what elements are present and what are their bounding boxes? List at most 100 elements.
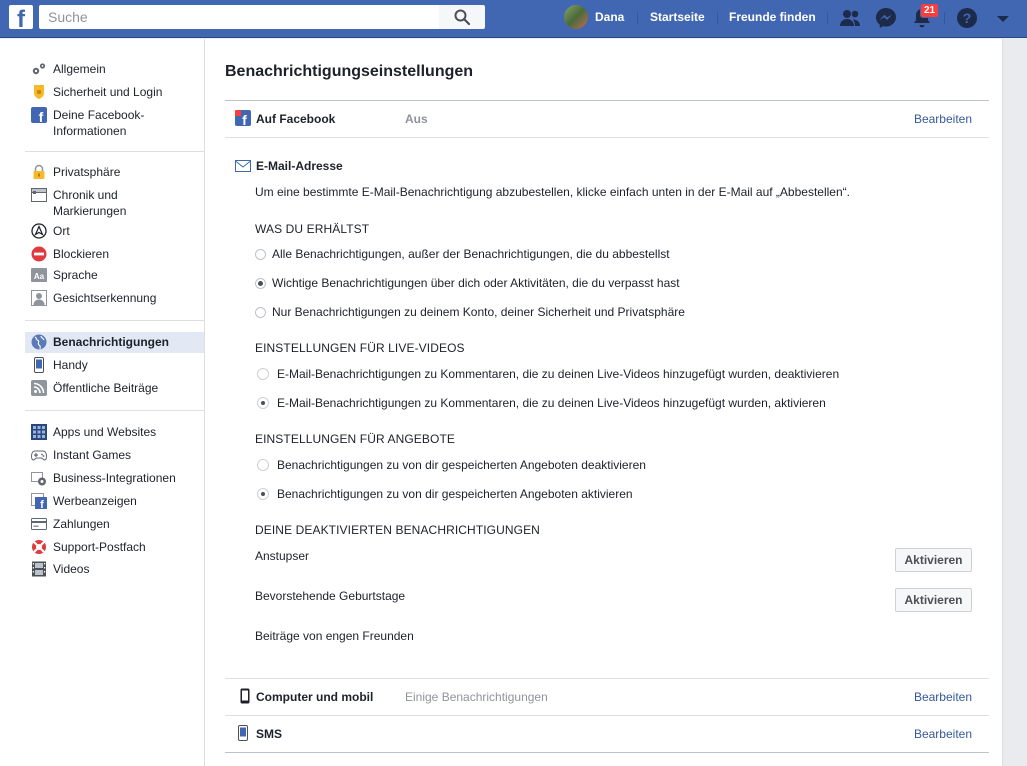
sidebar-item-timeline-tagging[interactable]: Chronik und Markierungen <box>25 187 204 219</box>
receive-option-account-only[interactable]: Nur Benachrichtigungen zu deinem Konto, … <box>255 305 685 319</box>
activate-birthdays-button[interactable]: Aktivieren <box>895 588 972 612</box>
sidebar-item-label: Apps und Websites <box>53 425 157 439</box>
lifebuoy-icon <box>32 540 46 554</box>
sidebar-item-label: Öffentliche Beiträge <box>53 381 159 395</box>
sidebar-divider <box>25 151 204 152</box>
radio-button-selected[interactable] <box>255 277 266 289</box>
offers-option-deactivate[interactable]: Benachrichtigungen zu von dir gespeicher… <box>255 458 646 472</box>
radio-button-selected[interactable] <box>257 397 269 409</box>
payment-card-icon <box>31 518 47 530</box>
activate-pokes-button[interactable]: Aktivieren <box>895 548 972 572</box>
find-friends-link[interactable]: Freunde finden <box>729 10 816 24</box>
edit-sms-link[interactable]: Bearbeiten <box>914 727 972 741</box>
row-label: SMS <box>256 727 283 741</box>
search-button[interactable] <box>439 5 485 29</box>
radio-label: E-Mail-Benachrichtigungen zu Kommentaren… <box>277 367 840 381</box>
sidebar-item-your-facebook-information[interactable]: f Deine Facebook-Informationen <box>25 107 204 139</box>
sidebar-item-mobile[interactable]: Handy <box>25 357 204 373</box>
sidebar-item-location[interactable]: Ort <box>25 223 204 239</box>
profile-link[interactable]: Dana <box>564 5 624 29</box>
search-icon <box>454 9 470 25</box>
facebook-notification-icon: f <box>235 110 251 126</box>
row-divider <box>225 715 989 716</box>
sidebar-item-instant-games[interactable]: Instant Games <box>25 447 204 463</box>
offers-heading: EINSTELLUNGEN FÜR ANGEBOTE <box>255 432 455 446</box>
sidebar-item-videos[interactable]: Videos <box>25 561 204 577</box>
svg-text:f: f <box>242 112 247 126</box>
live-option-activate[interactable]: E-Mail-Benachrichtigungen zu Kommentaren… <box>255 396 826 410</box>
business-gear-icon <box>31 472 46 486</box>
deactivated-notifications-heading: DEINE DEAKTIVIERTEN BENACHRICHTIGUNGEN <box>255 523 540 537</box>
edit-on-facebook-link[interactable]: Bearbeiten <box>914 112 972 126</box>
sidebar-item-label: Sicherheit und Login <box>53 85 163 99</box>
row-label: Computer und mobil <box>256 690 374 704</box>
sidebar-item-label: Allgemein <box>53 62 106 76</box>
sidebar-item-business-integrations[interactable]: Business-Integrationen <box>25 470 204 486</box>
live-option-deactivate[interactable]: E-Mail-Benachrichtigungen zu Kommentaren… <box>255 367 839 381</box>
notification-settings-panel: Benachrichtigungseinstellungen f Auf Fac… <box>205 39 1003 766</box>
radio-label: Nur Benachrichtigungen zu deinem Konto, … <box>272 305 685 319</box>
edit-computer-mobile-link[interactable]: Bearbeiten <box>914 690 972 704</box>
home-link[interactable]: Startseite <box>650 10 705 24</box>
shield-icon <box>34 85 44 99</box>
radio-button[interactable] <box>257 368 269 380</box>
radio-button[interactable] <box>255 306 266 318</box>
search-input[interactable] <box>39 5 439 29</box>
phone-icon <box>34 357 44 373</box>
friend-requests-icon[interactable] <box>838 6 862 30</box>
sidebar-item-general[interactable]: Allgemein <box>25 61 204 77</box>
sidebar-item-face-recognition[interactable]: Gesichtserkennung <box>25 290 204 306</box>
sidebar-item-blocking[interactable]: Blockieren <box>25 246 204 262</box>
sidebar-item-payments[interactable]: Zahlungen <box>25 516 204 532</box>
facebook-logo[interactable]: f <box>9 5 33 33</box>
sidebar-item-label: Chronik und Markierungen <box>53 188 127 218</box>
email-section-label: E-Mail-Adresse <box>256 159 343 173</box>
radio-label: Benachrichtigungen zu von dir gespeicher… <box>277 458 646 472</box>
radio-button[interactable] <box>257 459 269 471</box>
messenger-icon[interactable] <box>874 6 898 30</box>
rss-icon <box>31 380 47 396</box>
sidebar-item-privacy[interactable]: Privatsphäre <box>25 164 204 180</box>
gear-icon <box>32 63 46 75</box>
nav-divider <box>827 12 828 24</box>
sidebar-item-language[interactable]: Aa Sprache <box>25 267 204 283</box>
sidebar-item-label: Zahlungen <box>53 517 110 531</box>
receive-option-all[interactable]: Alle Benachrichtigungen, außer der Benac… <box>255 247 670 261</box>
sidebar-item-security-login[interactable]: Sicherheit und Login <box>25 84 204 100</box>
help-icon[interactable]: ? <box>955 6 979 30</box>
sidebar-item-support-inbox[interactable]: Support-Postfach <box>25 539 204 555</box>
radio-button-selected[interactable] <box>257 488 269 500</box>
svg-text:Aa: Aa <box>34 272 45 281</box>
sidebar-item-ads[interactable]: f Werbeanzeigen <box>25 493 204 509</box>
face-recognition-icon <box>31 290 47 306</box>
sidebar-item-label: Handy <box>53 358 88 372</box>
offers-option-activate[interactable]: Benachrichtigungen zu von dir gespeicher… <box>255 487 633 501</box>
timeline-icon <box>31 188 47 202</box>
facebook-icon: f <box>31 107 47 123</box>
sidebar-item-public-posts[interactable]: Öffentliche Beiträge <box>25 380 204 396</box>
live-videos-heading: EINSTELLUNGEN FÜR LIVE-VIDEOS <box>255 341 465 355</box>
top-navigation-bar: f Dana Startseite Freunde finden 21 ? <box>0 0 1027 38</box>
block-icon <box>31 246 47 262</box>
sidebar-item-notifications[interactable]: Benachrichtigungen <box>25 332 204 353</box>
sidebar-item-label: Blockieren <box>53 247 110 261</box>
email-unsubscribe-description: Um eine bestimmte E-Mail-Benachrichtigun… <box>255 185 850 199</box>
sms-phone-icon <box>238 725 248 741</box>
sidebar-item-label: Business-Integrationen <box>53 471 176 485</box>
row-value: Aus <box>405 112 428 126</box>
globe-icon <box>31 334 47 350</box>
sidebar-item-label: Sprache <box>53 268 98 282</box>
sidebar-item-label: Werbeanzeigen <box>53 494 137 508</box>
sidebar-item-apps-websites[interactable]: Apps und Websites <box>25 424 204 440</box>
apps-icon <box>31 424 47 440</box>
gamepad-icon <box>31 450 47 461</box>
receive-option-important[interactable]: Wichtige Benachrichtigungen über dich od… <box>255 276 680 290</box>
radio-button[interactable] <box>255 248 266 260</box>
radio-label: E-Mail-Benachrichtigungen zu Kommentaren… <box>277 396 826 410</box>
section-divider <box>225 100 989 101</box>
language-icon: Aa <box>31 268 47 282</box>
nav-divider <box>717 12 718 24</box>
page-title: Benachrichtigungseinstellungen <box>225 63 474 80</box>
deactivated-item-label: Bevorstehende Geburtstage <box>255 589 406 603</box>
account-menu-chevron-down-icon[interactable] <box>991 7 1015 31</box>
